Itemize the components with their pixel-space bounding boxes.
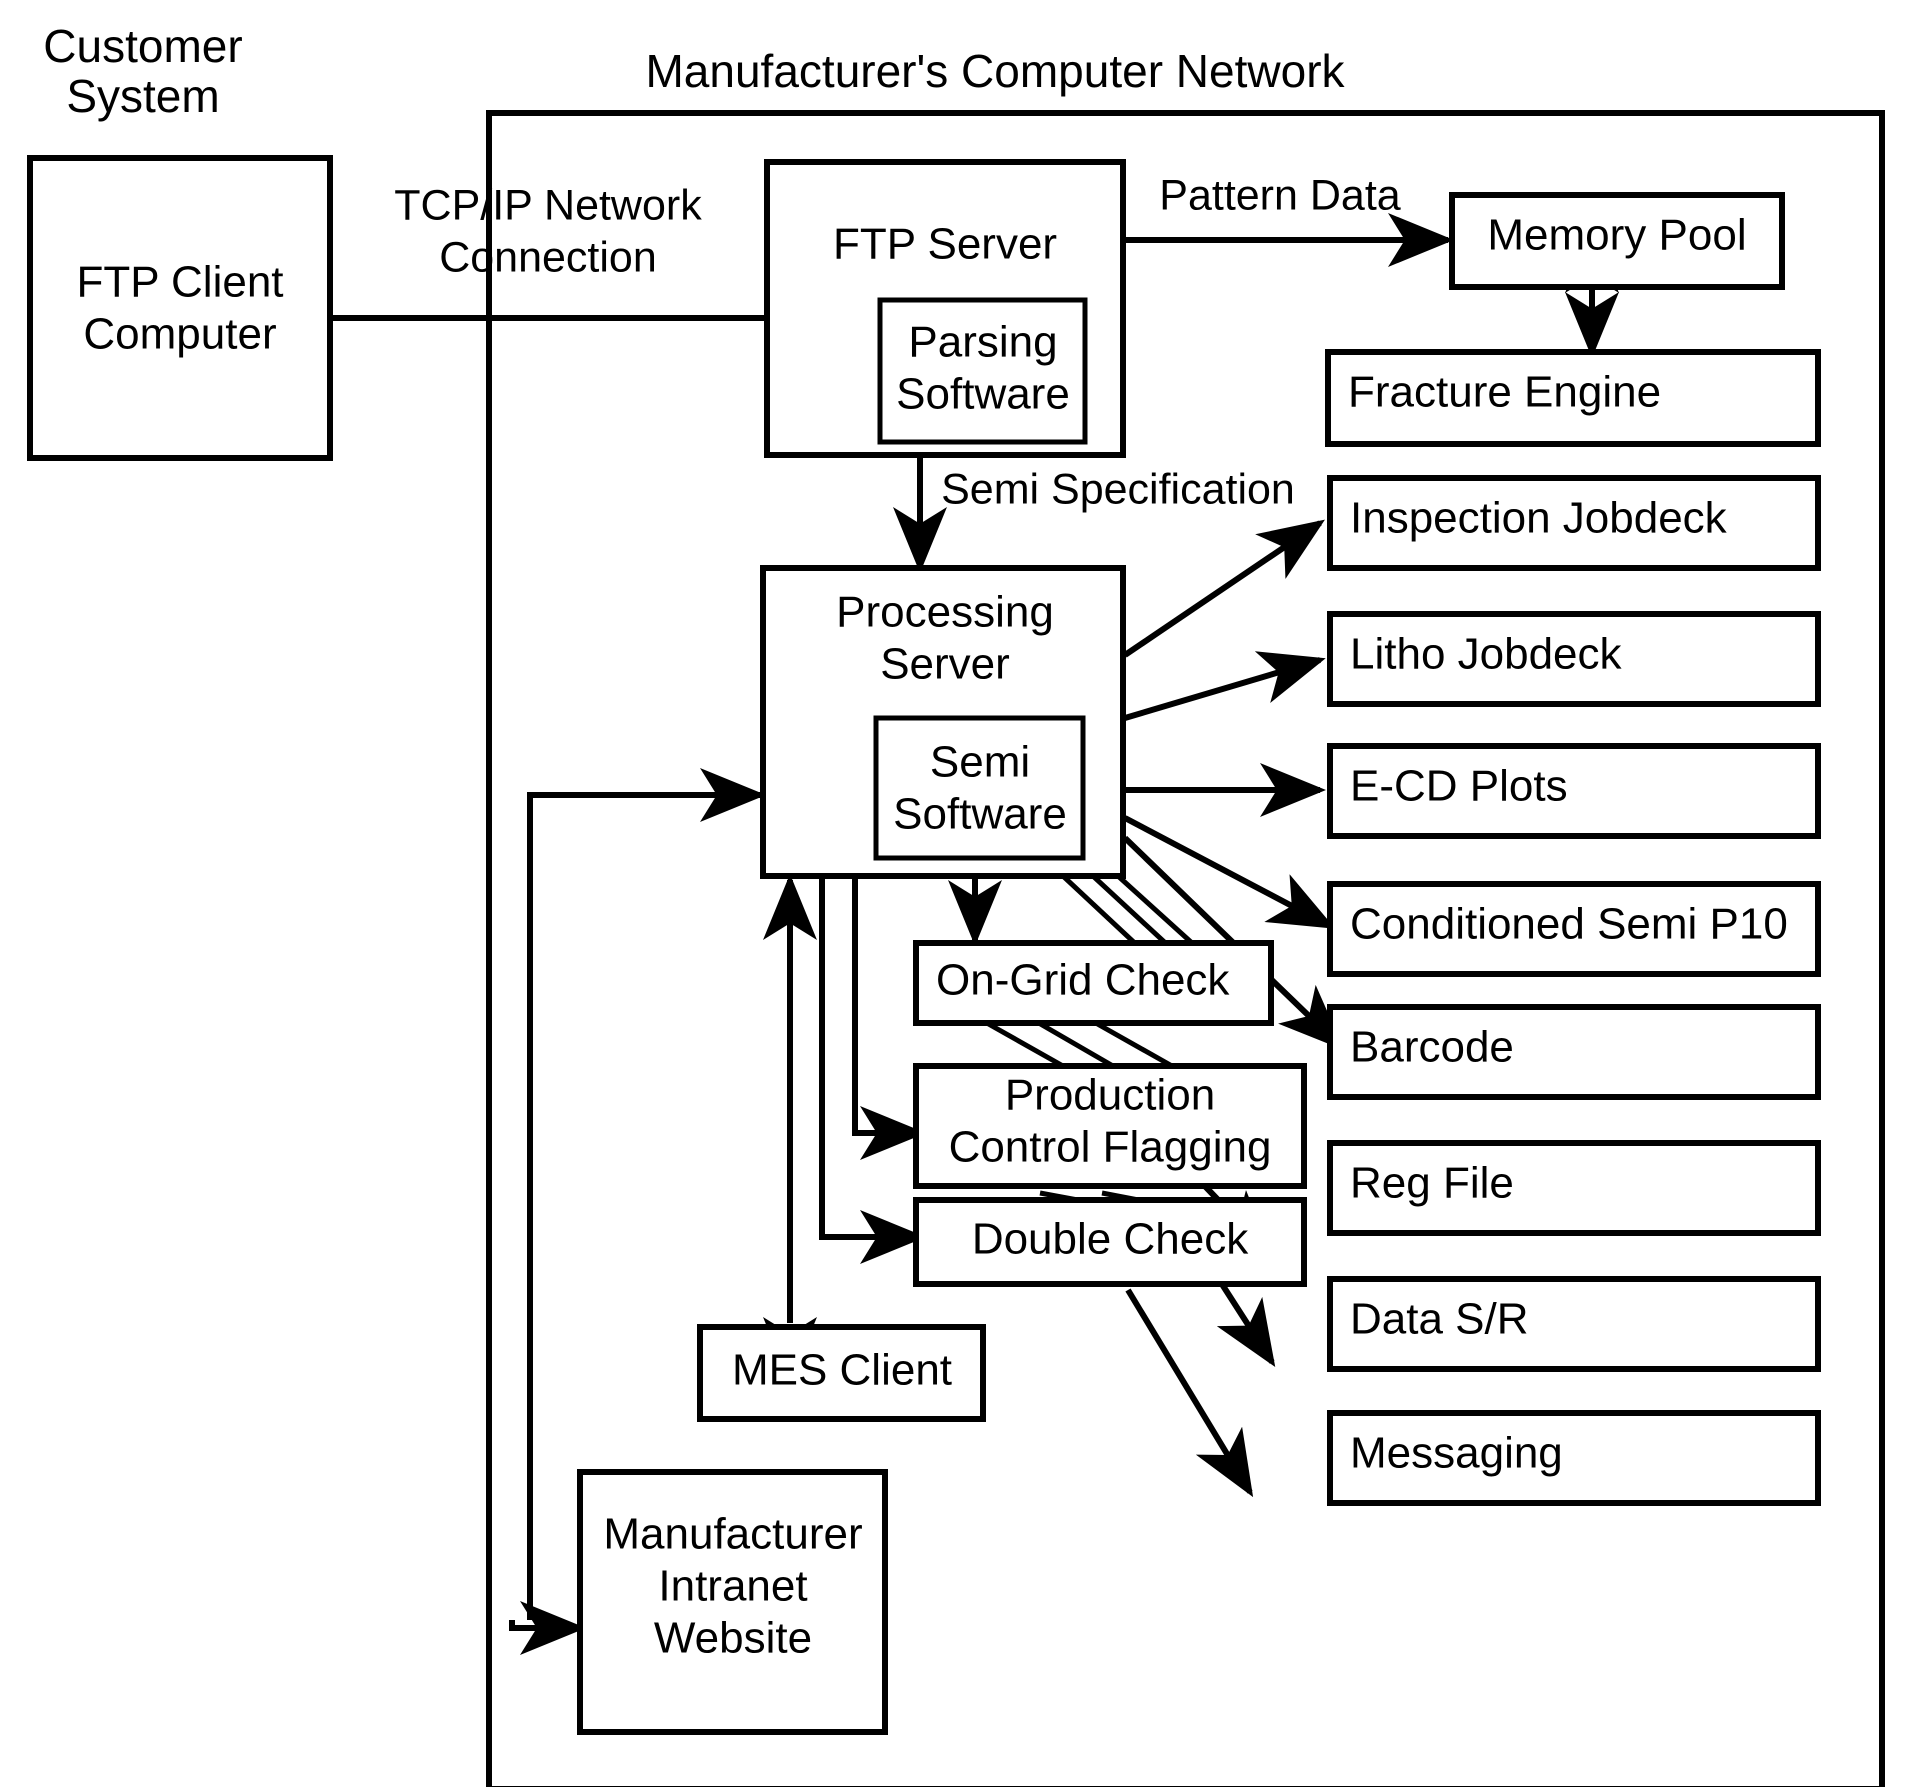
customer-system-title-line2: System (66, 70, 219, 122)
ecd-plots-label: E-CD Plots (1350, 762, 1568, 811)
manufacturer-intranet-website-label-line2: Intranet (658, 1562, 807, 1611)
tcpip-label-line1: TCP/IP Network (394, 181, 702, 229)
inspection-jobdeck-label: Inspection Jobdeck (1350, 494, 1728, 543)
node-manufacturer-intranet-website[interactable]: Manufacturer Intranet Website (577, 1469, 888, 1735)
edge-processing-server-to-double-check (819, 876, 926, 1264)
messaging-label: Messaging (1350, 1429, 1563, 1478)
ftp-server-label: FTP Server (833, 220, 1057, 269)
double-check-label: Double Check (972, 1215, 1249, 1264)
parsing-software-label-line2: Software (896, 370, 1070, 419)
semi-software-label-line2: Software (893, 790, 1067, 839)
on-grid-check-label: On-Grid Check (936, 956, 1230, 1005)
node-litho-jobdeck[interactable]: Litho Jobdeck (1327, 611, 1821, 707)
edge-double-check-to-messaging (1125, 1288, 1254, 1498)
node-data-sr[interactable]: Data S/R (1327, 1276, 1821, 1372)
processing-server-label-line1: Processing (836, 588, 1054, 637)
node-ecd-plots[interactable]: E-CD Plots (1327, 743, 1821, 839)
customer-system-title-line1: Customer (43, 20, 242, 72)
node-ftp-client-computer[interactable]: FTP Client Computer (27, 155, 333, 461)
node-parsing-software[interactable]: Parsing Software (877, 297, 1088, 445)
manufacturer-intranet-website-label-line3: Website (654, 1614, 812, 1663)
ftp-client-computer-label-line2: Computer (83, 310, 276, 359)
barcode-label: Barcode (1350, 1023, 1514, 1072)
fracture-engine-label: Fracture Engine (1348, 368, 1661, 417)
node-production-control-flagging[interactable]: Production Control Flagging (913, 1063, 1307, 1189)
processing-server-label-line2: Server (880, 640, 1010, 689)
node-memory-pool[interactable]: Memory Pool (1449, 192, 1785, 290)
manufacturer-intranet-website-label-line1: Manufacturer (603, 1510, 862, 1559)
ftp-client-computer-box (27, 155, 333, 461)
semi-software-label-line1: Semi (930, 738, 1030, 787)
manufacturer-network-title: Manufacturer's Computer Network (645, 45, 1345, 97)
data-sr-label: Data S/R (1350, 1295, 1529, 1344)
ftp-client-computer-label-line1: FTP Client (76, 258, 283, 307)
diagram-canvas: Customer System Manufacturer's Computer … (0, 0, 1912, 1787)
node-double-check[interactable]: Double Check (913, 1197, 1307, 1287)
node-inspection-jobdeck[interactable]: Inspection Jobdeck (1327, 475, 1821, 571)
node-fracture-engine[interactable]: Fracture Engine (1325, 349, 1821, 447)
reg-file-label: Reg File (1350, 1159, 1514, 1208)
node-conditioned-semi-p10[interactable]: Conditioned Semi P10 (1327, 881, 1821, 977)
pattern-data-label: Pattern Data (1159, 171, 1400, 219)
production-control-flagging-label-line2: Control Flagging (949, 1123, 1272, 1172)
mes-client-label: MES Client (732, 1346, 952, 1395)
node-reg-file[interactable]: Reg File (1327, 1140, 1821, 1236)
edge-processing-server-to-production-control-flagging (852, 876, 926, 1160)
node-mes-client[interactable]: MES Client (697, 1324, 986, 1422)
parsing-software-label-line1: Parsing (908, 318, 1057, 367)
conditioned-semi-p10-label: Conditioned Semi P10 (1350, 900, 1788, 949)
edge-processing-server-to-litho-jobdeck (1124, 651, 1326, 721)
edge-network-to-manufacturer-intranet-website (509, 1601, 586, 1655)
litho-jobdeck-label: Litho Jobdeck (1350, 630, 1623, 679)
node-on-grid-check[interactable]: On-Grid Check (913, 940, 1274, 1026)
node-messaging[interactable]: Messaging (1327, 1410, 1821, 1506)
edge-processing-server-to-inspection-jobdeck (1123, 519, 1325, 658)
node-processing-server[interactable]: Processing Server Semi Software (760, 565, 1126, 879)
semi-specification-label: Semi Specification (941, 465, 1295, 513)
node-semi-software[interactable]: Semi Software (873, 715, 1086, 861)
node-barcode[interactable]: Barcode (1327, 1004, 1821, 1100)
tcpip-label-line2: Connection (439, 233, 657, 281)
memory-pool-label: Memory Pool (1487, 211, 1746, 260)
node-ftp-server[interactable]: FTP Server Parsing Software (764, 159, 1126, 458)
production-control-flagging-label-line1: Production (1005, 1071, 1215, 1120)
block-diagram-svg: Customer System Manufacturer's Computer … (27, 20, 1885, 1787)
